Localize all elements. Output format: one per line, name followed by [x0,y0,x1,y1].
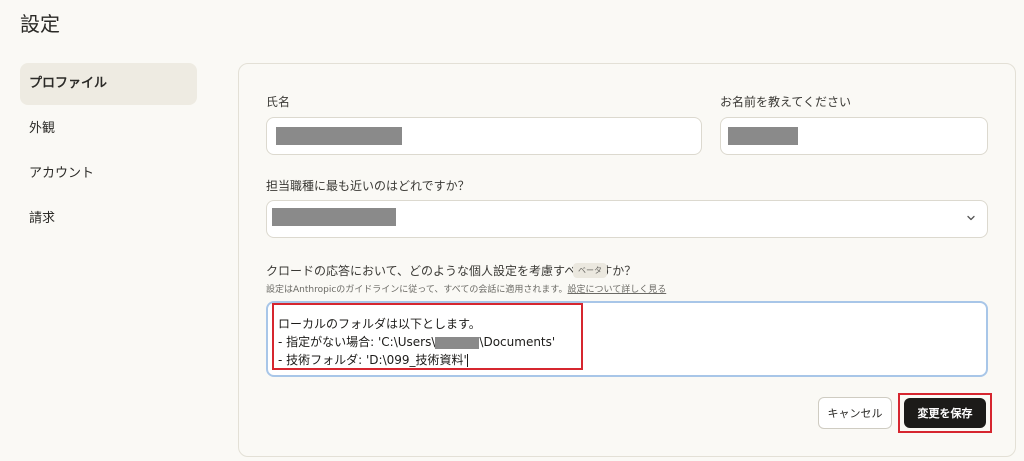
preferences-note-text: 設定はAnthropicのガイドラインに従って、すべての会話に適用されます。 [266,285,568,295]
settings-sidebar: プロファイル 外観 アカウント 請求 [20,63,197,243]
annotation-box-save [898,393,992,433]
preferences-note: 設定はAnthropicのガイドラインに従って、すべての会話に適用されます。設定… [266,282,666,295]
redacted-full-name [276,127,402,145]
full-name-input[interactable] [266,117,702,155]
annotation-box-preferences [272,303,583,370]
redacted-nickname [728,127,798,145]
page-title: 設定 [20,12,60,36]
chevron-down-icon [967,215,975,221]
redacted-role [272,208,396,226]
sidebar-item-account[interactable]: アカウント [20,153,197,195]
nickname-label: お名前を教えてください [720,95,852,109]
beta-badge: ベータ [573,263,607,278]
nickname-input[interactable] [720,117,988,155]
cancel-button[interactable]: キャンセル [818,397,892,429]
role-select[interactable] [266,200,988,238]
role-label: 担当職種に最も近いのはどれですか？ [266,179,470,193]
sidebar-item-billing[interactable]: 請求 [20,198,197,240]
preferences-learn-more-link[interactable]: 設定について詳しく見る [567,285,666,295]
sidebar-item-profile[interactable]: プロファイル [20,63,197,105]
full-name-label: 氏名 [266,95,291,109]
sidebar-item-appearance[interactable]: 外観 [20,108,197,150]
